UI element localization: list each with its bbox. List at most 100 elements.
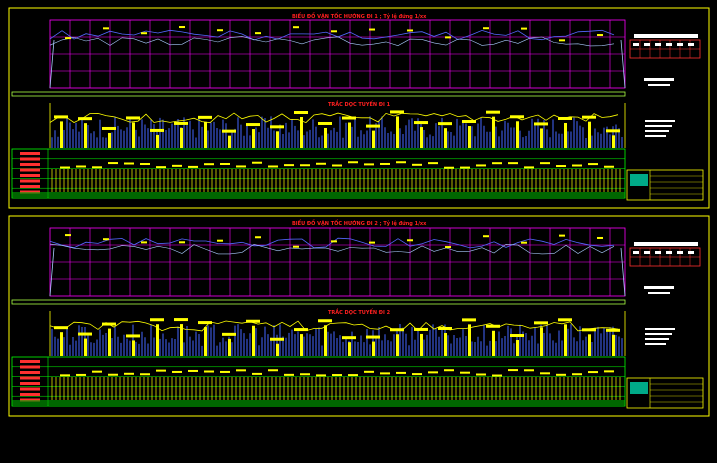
structure-marker [372,130,375,148]
speed-marker [179,26,185,29]
table-footer-band [12,192,625,197]
table-header-label [20,174,40,177]
table-value [588,163,598,166]
structure-label [366,124,380,128]
note-line [645,135,666,137]
table-value [108,373,118,376]
structure-label [270,125,284,129]
structure-marker [372,341,375,356]
speed-marker [483,27,489,30]
structure-marker [132,340,135,356]
structure-label [318,319,332,323]
structure-marker [588,121,591,148]
structure-marker [180,127,183,148]
table-value [108,162,118,165]
speed-marker [141,32,147,35]
drawing-sheet-2 [8,215,710,417]
note-line [648,292,670,294]
table-value [300,164,310,167]
legend-cell-text [666,43,672,46]
speed-marker [407,239,413,242]
table-value [284,164,294,167]
legend-cell-text [677,43,683,46]
structure-marker [420,333,423,356]
ground-line [49,320,619,332]
table-value [140,373,150,376]
table-value [508,369,518,372]
drawing-sheet-1 [8,7,710,209]
table-value [76,165,86,168]
table-value [124,162,134,165]
speed-marker [255,32,261,35]
structure-marker [300,116,303,148]
legend-cell-text [677,251,683,254]
table-value [556,165,566,168]
structure-marker [588,334,591,356]
table-value [60,374,70,377]
structure-marker [468,126,471,148]
section-title-1: TRẮC DỌC TUYẾN ĐI 1 [328,102,391,108]
table-value [588,371,598,374]
table-value [572,373,582,376]
table-value [572,164,582,167]
speed-marker [217,29,223,32]
note-line [645,333,672,335]
speed-marker [103,27,109,30]
table-value [524,369,534,372]
legend-cell-text [655,43,661,46]
table-value [252,161,262,164]
table-header-label [20,387,40,391]
structure-marker [564,122,567,148]
table-value [364,370,374,373]
speed-ramp-left [49,39,55,89]
structure-marker [540,128,543,148]
structure-label [174,318,188,322]
structure-marker [612,334,615,356]
table-header-label [20,152,40,155]
table-value [204,370,214,373]
structure-marker [228,135,231,148]
structure-label [582,115,596,119]
speed-marker [597,236,603,239]
structure-marker [228,338,231,356]
table-value [156,166,166,169]
structure-label [606,328,620,332]
structure-label [414,121,428,125]
speed-line-2 [49,243,615,255]
table-value [140,163,150,166]
speed-marker [293,245,299,248]
structure-label [558,318,572,322]
table-value [172,164,182,167]
speed-marker [293,26,299,29]
structure-marker [156,324,159,356]
table-value [444,369,454,372]
structure-marker [60,332,63,356]
structure-label [78,332,92,336]
speed-marker [521,241,527,244]
table-value [204,163,214,166]
note-line [645,343,666,345]
structure-marker [252,325,255,356]
section-title-2: TRẮC DỌC TUYẾN ĐI 2 [328,310,391,316]
structure-label [198,115,212,119]
structure-label [198,321,212,325]
table-header-label [20,168,40,172]
table-value [380,372,390,375]
speed-ramp-right [620,247,626,297]
note-line [645,130,669,132]
table-header-label [20,393,40,396]
speed-marker [483,235,489,238]
structure-label [558,116,572,120]
table-value [268,369,278,372]
table-value [556,373,566,376]
chainage-bar [11,91,626,97]
title-block-logo [630,174,648,186]
table-value [476,373,486,376]
speed-marker [559,39,565,42]
structure-label [222,129,236,133]
table-value [412,373,422,376]
table-value [268,165,278,168]
legend-cell-text [688,251,694,254]
table-value [188,369,198,372]
structure-label [126,116,140,120]
